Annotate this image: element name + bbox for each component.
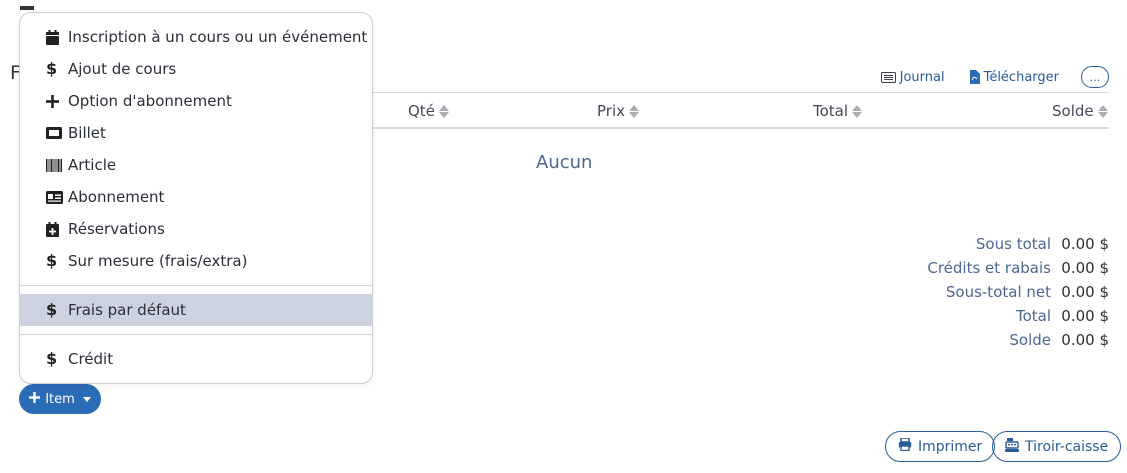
dollar-icon: $ xyxy=(46,251,58,270)
journal-label: Journal xyxy=(899,69,945,85)
menu-item-reservations[interactable]: Réservations xyxy=(20,213,372,245)
column-total-label: Total xyxy=(813,102,849,120)
empty-table-text: Aucun xyxy=(536,152,593,173)
menu-item-label: Abonnement xyxy=(68,188,165,206)
calendar-plus-icon xyxy=(46,221,66,237)
sort-icon xyxy=(852,104,863,118)
column-price[interactable]: Prix xyxy=(597,102,639,120)
column-price-label: Prix xyxy=(597,102,625,120)
plus-icon xyxy=(29,391,41,407)
column-qty-label: Qté xyxy=(408,102,435,120)
menu-item-subscription[interactable]: Abonnement xyxy=(20,181,372,213)
dollar-icon: $ xyxy=(46,349,58,368)
menu-item-label: Inscription à un cours ou un événement xyxy=(68,28,368,46)
menu-item-subscription-option[interactable]: Option d'abonnement xyxy=(20,85,372,117)
totals-label: Solde xyxy=(1009,331,1051,349)
chevron-down-icon xyxy=(82,396,91,402)
menu-item-label: Frais par défaut xyxy=(68,301,186,319)
sort-icon xyxy=(438,104,449,118)
sort-icon xyxy=(629,104,639,118)
menu-item-label: Réservations xyxy=(68,220,165,238)
cash-register-icon xyxy=(1005,437,1019,456)
list-icon xyxy=(880,71,896,83)
more-button[interactable]: ... xyxy=(1081,66,1109,88)
totals-label: Total xyxy=(1015,307,1051,325)
menu-divider xyxy=(20,285,372,286)
background-header-strip xyxy=(20,0,360,10)
add-item-menu: Inscription à un cours ou un événement $… xyxy=(19,12,373,384)
column-balance-label: Solde xyxy=(1052,102,1094,120)
menu-item-label: Billet xyxy=(68,124,106,142)
id-card-icon xyxy=(46,190,66,204)
totals-row: Solde 0.00 $ xyxy=(829,329,1109,353)
totals-row: Crédits et rabais 0.00 $ xyxy=(829,257,1109,281)
cash-drawer-label: Tiroir-caisse xyxy=(1025,438,1109,455)
totals-summary: Sous total 0.00 $ Crédits et rabais 0.00 $… xyxy=(829,233,1109,353)
totals-value: 0.00 $ xyxy=(1061,331,1109,349)
menu-item-course-registration[interactable]: Inscription à un cours ou un événement xyxy=(20,21,372,53)
pdf-icon xyxy=(969,70,980,84)
totals-row: Total 0.00 $ xyxy=(829,305,1109,329)
dollar-icon: $ xyxy=(46,300,58,319)
menu-item-label: Crédit xyxy=(68,350,114,368)
totals-row: Sous-total net 0.00 $ xyxy=(829,281,1109,305)
plus-icon xyxy=(46,94,66,108)
column-balance[interactable]: Solde xyxy=(1052,102,1108,120)
menu-item-label: Article xyxy=(68,156,117,174)
totals-row: Sous total 0.00 $ xyxy=(829,233,1109,257)
menu-item-label: Sur mesure (frais/extra) xyxy=(68,252,248,270)
column-total[interactable]: Total xyxy=(813,102,863,120)
menu-item-credit[interactable]: $ Crédit xyxy=(20,343,372,375)
dollar-icon: $ xyxy=(46,59,58,78)
download-link[interactable]: Télécharger xyxy=(969,70,1059,85)
menu-item-label: Ajout de cours xyxy=(68,60,177,78)
menu-item-custom-fee[interactable]: $ Sur mesure (frais/extra) xyxy=(20,245,372,277)
sort-icon xyxy=(1097,104,1108,118)
print-label: Imprimer xyxy=(918,438,983,455)
totals-value: 0.00 $ xyxy=(1061,283,1109,301)
barcode-icon xyxy=(46,158,66,172)
menu-divider xyxy=(20,334,372,335)
cash-drawer-button[interactable]: Tiroir-caisse xyxy=(992,431,1122,462)
totals-label: Sous total xyxy=(975,235,1051,253)
download-label: Télécharger xyxy=(983,69,1059,85)
menu-item-ticket[interactable]: Billet xyxy=(20,117,372,149)
printer-icon xyxy=(898,437,912,455)
column-qty[interactable]: Qté xyxy=(408,102,449,120)
totals-value: 0.00 $ xyxy=(1061,259,1109,277)
totals-label: Crédits et rabais xyxy=(927,259,1051,277)
journal-link[interactable]: Journal xyxy=(880,69,945,85)
menu-item-default-fee[interactable]: $ Frais par défaut xyxy=(20,294,372,326)
calendar-icon xyxy=(46,29,66,45)
menu-item-add-course[interactable]: $ Ajout de cours xyxy=(20,53,372,85)
document-actions: Journal Télécharger ... xyxy=(857,66,1109,88)
add-item-label: Item xyxy=(45,391,75,407)
totals-label: Sous-total net xyxy=(945,283,1051,301)
add-item-button[interactable]: Item xyxy=(19,384,101,414)
totals-value: 0.00 $ xyxy=(1061,235,1109,253)
totals-value: 0.00 $ xyxy=(1061,307,1109,325)
print-button[interactable]: Imprimer xyxy=(885,431,996,462)
ticket-icon xyxy=(46,127,66,139)
menu-item-article[interactable]: Article xyxy=(20,149,372,181)
header-icon xyxy=(20,6,34,10)
menu-item-label: Option d'abonnement xyxy=(68,92,232,110)
